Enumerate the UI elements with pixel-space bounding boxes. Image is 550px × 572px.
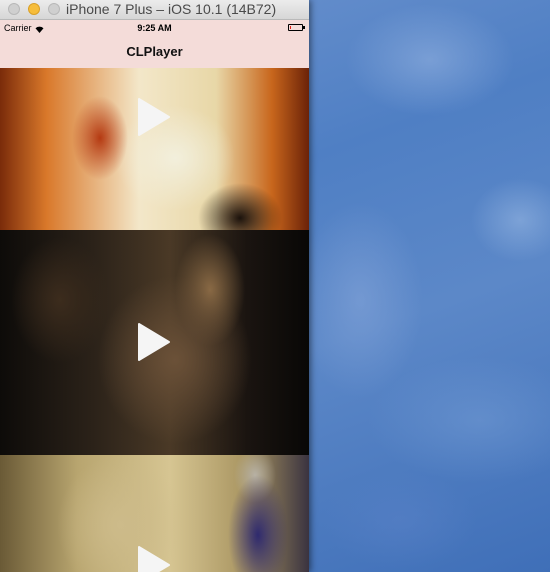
play-icon[interactable]: [137, 97, 171, 137]
window-title: iPhone 7 Plus – iOS 10.1 (14B72): [66, 1, 277, 17]
simulator-window: iPhone 7 Plus – iOS 10.1 (14B72) Carrier…: [0, 0, 309, 572]
battery-level: [290, 26, 291, 29]
desktop-background: [309, 0, 550, 572]
nav-title: CLPlayer: [126, 44, 183, 59]
window-zoom-button[interactable]: [48, 3, 60, 15]
status-time: 9:25 AM: [137, 23, 172, 33]
status-bar: Carrier 9:25 AM: [0, 20, 309, 36]
window-titlebar[interactable]: iPhone 7 Plus – iOS 10.1 (14B72): [0, 0, 309, 20]
video-cell[interactable]: [0, 68, 309, 230]
window-minimize-button[interactable]: [28, 3, 40, 15]
window-close-button[interactable]: [8, 3, 20, 15]
video-cell[interactable]: [0, 230, 309, 455]
battery-icon: [288, 24, 305, 31]
play-icon[interactable]: [137, 322, 171, 362]
device-screen: Carrier 9:25 AM CLPlayer: [0, 20, 309, 572]
video-cell[interactable]: [0, 455, 309, 572]
navigation-bar: CLPlayer: [0, 36, 309, 69]
play-icon[interactable]: [137, 545, 171, 572]
video-list[interactable]: [0, 68, 309, 572]
